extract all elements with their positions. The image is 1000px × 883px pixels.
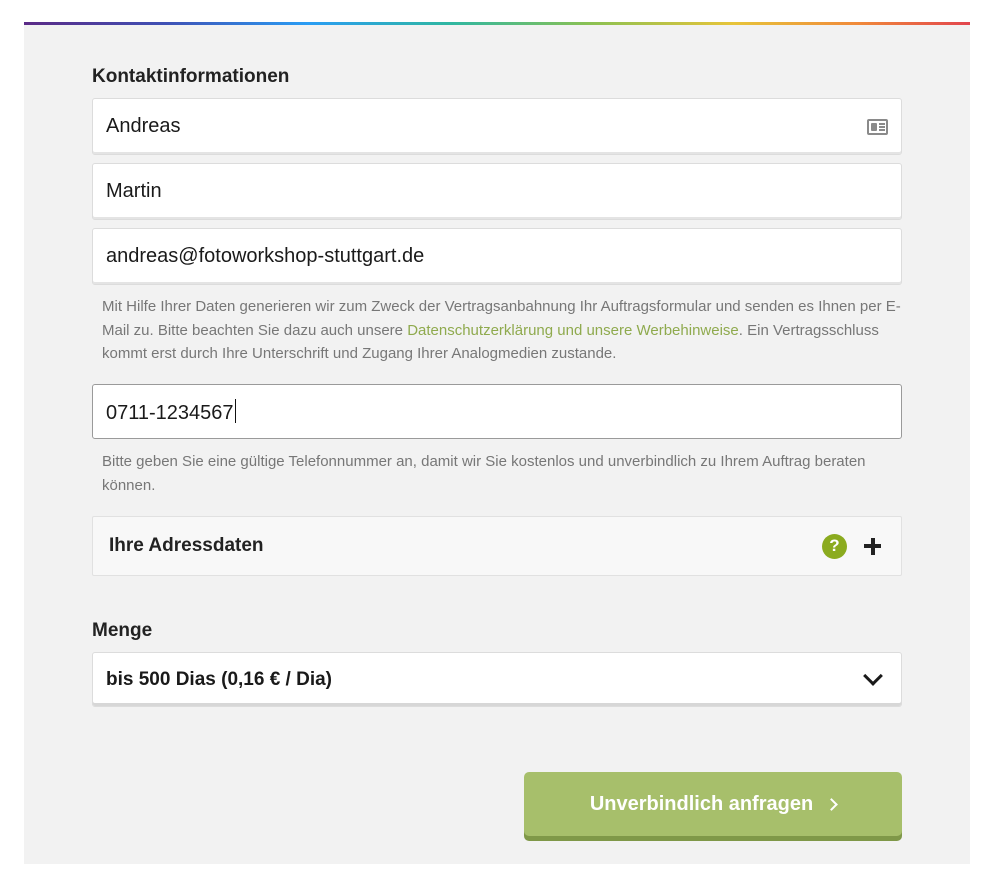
- privacy-hint: Mit Hilfe Ihrer Daten generieren wir zum…: [102, 295, 902, 366]
- contact-card-icon[interactable]: [867, 118, 888, 135]
- phone-value: 0711-1234567: [106, 398, 888, 425]
- phone-field[interactable]: 0711-1234567: [92, 384, 902, 439]
- first-name-field[interactable]: Andreas: [92, 98, 902, 155]
- quantity-section-title: Menge: [92, 620, 153, 641]
- chevron-right-icon: [825, 797, 839, 811]
- email-field[interactable]: andreas@fotoworkshop-stuttgart.de: [92, 228, 902, 285]
- phone-hint: Bitte geben Sie eine gültige Telefonnumm…: [102, 453, 866, 494]
- last-name-value: Martin: [106, 180, 162, 202]
- form-panel: Kontaktinformationen Andreas Martin andr…: [24, 22, 970, 864]
- address-accordion[interactable]: Ihre Adressdaten ?: [92, 516, 902, 576]
- help-icon[interactable]: ?: [822, 533, 847, 559]
- submit-button[interactable]: Unverbindlich anfragen: [524, 772, 902, 836]
- quantity-selected-value: bis 500 Dias (0,16 € / Dia): [106, 668, 333, 690]
- text-caret: [234, 398, 237, 423]
- first-name-value: Andreas: [106, 115, 181, 137]
- privacy-link[interactable]: Datenschutzerklärung und unsere Werbehin…: [407, 322, 739, 339]
- address-accordion-label: Ihre Adressdaten: [109, 535, 264, 556]
- email-value: andreas@fotoworkshop-stuttgart.de: [106, 245, 425, 267]
- submit-label: Unverbindlich anfragen: [589, 792, 814, 815]
- chevron-down-icon: [863, 665, 883, 686]
- plus-icon[interactable]: [864, 537, 881, 555]
- quantity-select[interactable]: bis 500 Dias (0,16 € / Dia): [92, 652, 902, 707]
- contact-section-title: Kontaktinformationen: [92, 66, 290, 87]
- rainbow-divider: [24, 22, 970, 25]
- phone-text: 0711-1234567: [106, 401, 234, 424]
- last-name-field[interactable]: Martin: [92, 163, 902, 220]
